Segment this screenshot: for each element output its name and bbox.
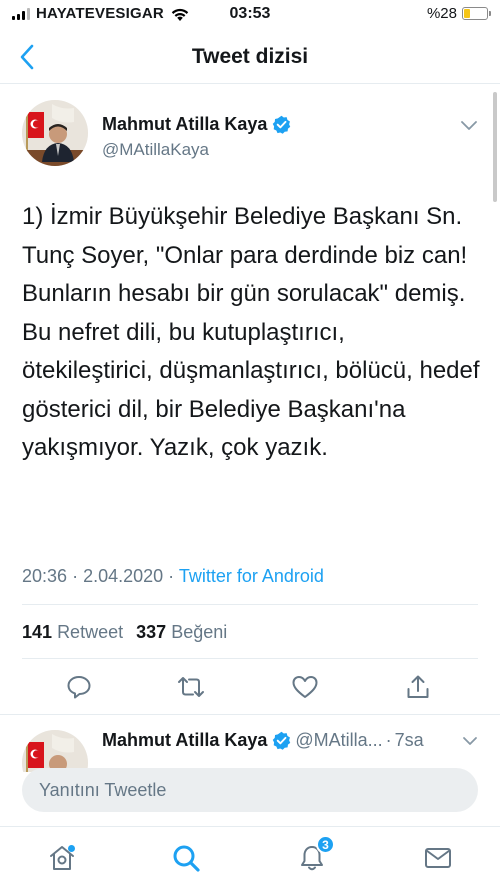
reply-time: 7sa: [394, 730, 424, 750]
battery-fill: [464, 9, 470, 18]
retweet-label: Retweet: [57, 622, 124, 642]
tab-bar: 3: [0, 826, 500, 889]
reply-author-name[interactable]: Mahmut Atilla Kaya: [102, 730, 267, 751]
retweet-icon: [178, 677, 204, 697]
like-button[interactable]: [290, 672, 320, 702]
retweet-button[interactable]: [176, 672, 206, 702]
tab-search[interactable]: [169, 841, 203, 875]
divider: [22, 604, 478, 605]
like-label: Beğeni: [171, 622, 228, 642]
reply-icon: [67, 676, 91, 699]
tweet-text: 1) İzmir Büyükşehir Belediye Başkanı Sn.…: [22, 203, 480, 461]
mail-icon: [425, 848, 451, 868]
reply-author-handle[interactable]: @MAtilla...: [295, 730, 382, 751]
battery-icon: [462, 7, 491, 20]
search-icon: [173, 845, 200, 872]
avatar[interactable]: [22, 730, 88, 772]
new-content-dot: [68, 845, 75, 852]
chevron-down-icon[interactable]: [462, 736, 478, 746]
tweet-actions: [0, 672, 500, 702]
author-handle[interactable]: @MAtillaKaya: [102, 140, 209, 160]
verified-badge-icon: [273, 115, 291, 134]
tweet-stats: 141 Retweet 337 Beğeni: [22, 622, 227, 643]
status-right: %28: [426, 5, 491, 22]
divider: [0, 714, 500, 715]
notification-badge: 3: [316, 835, 335, 854]
tab-notifications[interactable]: 3: [295, 835, 335, 875]
chevron-down-icon[interactable]: [460, 120, 478, 132]
tweet-date: 2.04.2020: [83, 566, 164, 586]
divider: [22, 658, 478, 659]
tab-home[interactable]: [45, 841, 79, 875]
tab-messages[interactable]: [421, 841, 455, 875]
reply-composer[interactable]: [22, 768, 478, 812]
reply-input[interactable]: [22, 768, 478, 812]
battery-percent: %28: [426, 5, 457, 22]
retweets-stat[interactable]: 141 Retweet: [22, 622, 123, 642]
status-time: 03:53: [229, 5, 271, 22]
tweet-meta: 20:36 · 2.04.2020 · Twitter for Android: [22, 566, 324, 586]
likes-stat[interactable]: 337 Beğeni: [136, 622, 227, 642]
avatar-image: [22, 730, 88, 772]
reply-tweet[interactable]: Mahmut Atilla Kaya @MAtilla... · 7sa: [0, 716, 500, 772]
heart-icon: [292, 676, 318, 698]
author-name[interactable]: Mahmut Atilla Kaya: [102, 114, 291, 135]
tweet-time: 20:36: [22, 566, 68, 586]
share-button[interactable]: [403, 672, 433, 702]
avatar[interactable]: [22, 100, 88, 166]
reply-header: Mahmut Atilla Kaya @MAtilla... · 7sa: [102, 730, 424, 751]
like-count: 337: [136, 622, 167, 642]
reply-button[interactable]: [64, 672, 94, 702]
scrollbar[interactable]: [493, 92, 497, 202]
header: Tweet dizisi: [0, 30, 500, 84]
status-bar: HAYATEVESIGAR 03:53 %28: [0, 0, 500, 30]
reply-time-sep: ·: [385, 730, 392, 750]
retweet-count: 141: [22, 622, 53, 642]
verified-badge-icon: [273, 731, 291, 750]
share-icon: [407, 675, 429, 698]
avatar-image: [22, 100, 88, 166]
page-title: Tweet dizisi: [191, 45, 309, 68]
tweet-source-link[interactable]: Twitter for Android: [179, 566, 324, 586]
author-name-text: Mahmut Atilla Kaya: [102, 114, 268, 134]
